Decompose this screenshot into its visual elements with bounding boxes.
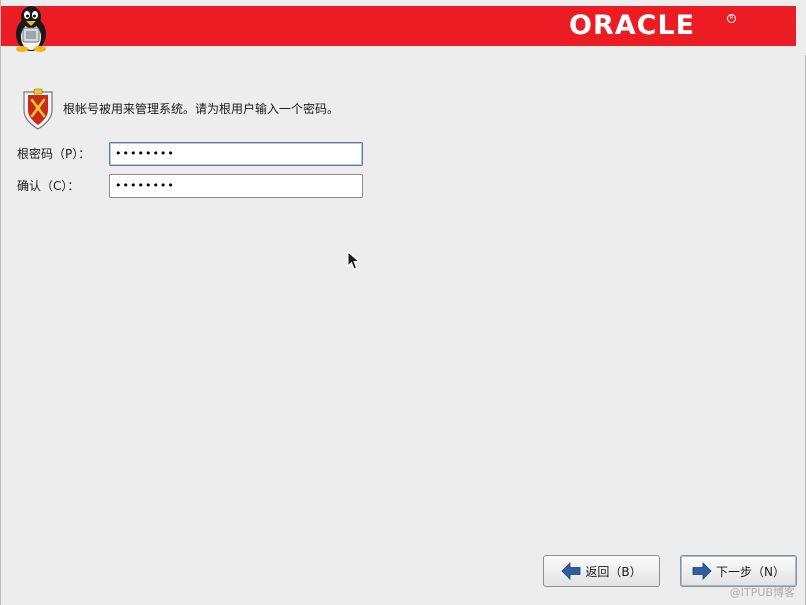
confirm-password-input[interactable]: •••••••• [109,174,363,198]
next-button-label: 下一步（N） [716,564,785,579]
root-password-input[interactable]: •••••••• [109,142,363,166]
arrow-right-icon [692,562,712,580]
back-button[interactable]: 返回（B） [543,555,660,587]
back-button-label: 返回（B） [585,564,642,579]
registered-mark: R [727,14,736,23]
watermark: @ITPUB博客 [729,586,795,599]
installer-window: ORACLE R 根帐号被用来管理系统。请为根用户输入一个密码。 根密码（P）：… [0,0,806,605]
info-row: 根帐号被用来管理系统。请为根用户输入一个密码。 [21,86,339,130]
oracle-logo: ORACLE [569,10,696,41]
info-message: 根帐号被用来管理系统。请为根用户输入一个密码。 [63,101,340,116]
confirm-password-label: 确认（C）： [17,179,80,193]
mouse-pointer-icon [347,251,361,270]
root-shield-icon [23,88,53,130]
tux-icon [16,6,46,52]
arrow-left-icon [561,562,581,580]
next-button[interactable]: 下一步（N） [680,555,797,587]
header-banner: ORACLE R [1,0,806,55]
root-password-label: 根密码（P）： [17,147,91,161]
